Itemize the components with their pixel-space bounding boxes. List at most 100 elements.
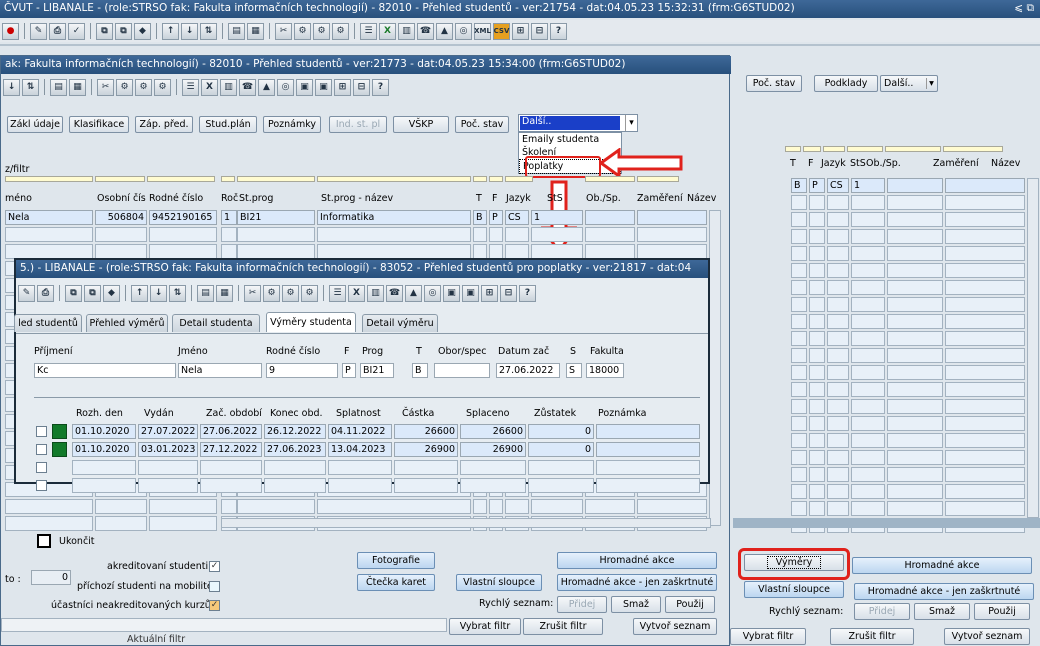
back-grid-cell[interactable] xyxy=(945,297,1025,312)
field-jmeno[interactable]: Nela xyxy=(178,363,262,378)
back-grid-cell[interactable] xyxy=(887,195,943,210)
tool-icon[interactable]: ⚙ xyxy=(294,22,311,40)
group2-icon[interactable]: ⧉ xyxy=(84,284,101,302)
back-grid-cell[interactable] xyxy=(809,399,825,414)
mid-grid-cell[interactable] xyxy=(473,499,487,514)
tool-icon[interactable]: ⚙ xyxy=(263,284,280,302)
mid-smaz-button[interactable]: Smaž xyxy=(611,596,661,613)
back-grid-cell[interactable] xyxy=(887,331,943,346)
back-grid-cell[interactable] xyxy=(851,365,885,380)
back-podklady-button[interactable]: Podklady xyxy=(814,75,878,92)
back-grid-cell[interactable] xyxy=(791,382,807,397)
back-grid-cell[interactable] xyxy=(945,467,1025,482)
tool-icon[interactable]: ⚙ xyxy=(116,78,133,96)
vymer-cell[interactable]: 27.06.2022 xyxy=(200,424,262,439)
back-grid-cell[interactable] xyxy=(791,450,807,465)
back-smaz-button[interactable]: Smaž xyxy=(914,603,970,620)
cut-icon[interactable]: ✂ xyxy=(275,22,292,40)
back-grid-cell[interactable] xyxy=(851,416,885,431)
ucastnici-checkbox[interactable]: ✓ xyxy=(209,600,220,611)
row-checkbox[interactable] xyxy=(36,480,47,491)
back-grid-cell[interactable] xyxy=(827,501,849,516)
back-hromadne-zaskrt-button[interactable]: Hromadné akce - jen zaškrtnuté xyxy=(854,583,1034,600)
csv-icon[interactable]: ▣ xyxy=(315,78,332,96)
vymer-cell[interactable]: 26.12.2022 xyxy=(264,424,326,439)
ind-st-pl-button[interactable]: Ind. st. pl xyxy=(329,116,387,133)
search-icon[interactable]: ◎ xyxy=(455,22,472,40)
back-grid-cell[interactable] xyxy=(887,450,943,465)
vymer-cell[interactable]: 04.11.2022 xyxy=(328,424,392,439)
tab-prehled-vymeru[interactable]: Přehled výměrů xyxy=(86,314,168,332)
mid-grid-cell[interactable] xyxy=(221,499,237,514)
mid-grid-cell[interactable] xyxy=(95,499,147,514)
help-icon[interactable]: ? xyxy=(372,78,389,96)
back-grid-cell[interactable] xyxy=(945,331,1025,346)
row-ob[interactable] xyxy=(585,210,635,225)
chevron-down-icon[interactable]: ▾ xyxy=(625,115,637,131)
back-grid-cell[interactable] xyxy=(827,212,849,227)
vymer-empty-cell[interactable] xyxy=(528,460,594,475)
vymer-empty-cell[interactable] xyxy=(394,460,458,475)
mid-zrusit-button[interactable]: Zrušit filtr xyxy=(523,618,603,635)
mid-grid-cell[interactable] xyxy=(95,516,147,531)
vymer-empty-cell[interactable] xyxy=(264,478,326,493)
vymer-cell[interactable] xyxy=(596,442,700,457)
tool2-icon[interactable]: ⚙ xyxy=(282,284,299,302)
vymer-empty-cell[interactable] xyxy=(200,460,262,475)
back-grid-cell[interactable] xyxy=(791,416,807,431)
mid-grid-cell[interactable] xyxy=(489,227,503,242)
back-row-sts[interactable]: 1 xyxy=(851,178,885,193)
back-grid-cell[interactable] xyxy=(809,382,825,397)
back-grid-cell[interactable] xyxy=(809,484,825,499)
back-grid-cell[interactable] xyxy=(945,450,1025,465)
mid-grid-cell[interactable] xyxy=(637,244,707,259)
vymer-empty-cell[interactable] xyxy=(72,478,136,493)
back-grid-cell[interactable] xyxy=(827,416,849,431)
back-grid-cell[interactable] xyxy=(887,263,943,278)
back-grid-cell[interactable] xyxy=(827,467,849,482)
mid-grid-cell[interactable] xyxy=(95,244,147,259)
back-grid-cell[interactable] xyxy=(851,382,885,397)
mid-hromadne-button[interactable]: Hromadné akce xyxy=(557,552,717,569)
back-grid-cell[interactable] xyxy=(887,246,943,261)
back-grid-cell[interactable] xyxy=(791,212,807,227)
mid-grid-cell[interactable] xyxy=(585,244,635,259)
sort-icon[interactable]: ⇅ xyxy=(169,284,186,302)
help-icon[interactable]: ? xyxy=(550,22,567,40)
back-grid-cell[interactable] xyxy=(791,297,807,312)
vymer-cell[interactable]: 26600 xyxy=(460,424,526,439)
mid-grid-cell[interactable] xyxy=(505,244,529,259)
back-grid-cell[interactable] xyxy=(791,246,807,261)
back-grid-cell[interactable] xyxy=(827,246,849,261)
vymer-empty-cell[interactable] xyxy=(72,460,136,475)
chart-icon[interactable]: ▥ xyxy=(398,22,415,40)
sort-icon[interactable]: ⇅ xyxy=(200,22,217,40)
vymer-empty-cell[interactable] xyxy=(460,460,526,475)
field-fakulta[interactable]: 18000 xyxy=(586,363,624,378)
tool3-icon[interactable]: ⚙ xyxy=(301,284,318,302)
back-grid-cell[interactable] xyxy=(945,416,1025,431)
field-prijmeni[interactable]: Kc xyxy=(34,363,176,378)
back-grid-cell[interactable] xyxy=(887,314,943,329)
vymer-empty-cell[interactable] xyxy=(596,478,700,493)
edit-icon[interactable]: ✎ xyxy=(30,22,47,40)
mid-grid-cell[interactable] xyxy=(221,244,237,259)
triangle-icon[interactable]: ▲ xyxy=(405,284,422,302)
back-zrusit-button[interactable]: Zrušit filtr xyxy=(830,628,914,645)
mid-grid-cell[interactable] xyxy=(221,227,237,242)
sort-desc-icon[interactable]: ↓ xyxy=(150,284,167,302)
exit-icon[interactable]: ● xyxy=(2,22,19,40)
back-grid-cell[interactable] xyxy=(887,229,943,244)
back-grid-cell[interactable] xyxy=(887,501,943,516)
excel-icon[interactable]: X xyxy=(379,22,396,40)
grid-icon[interactable]: ⊞ xyxy=(512,22,529,40)
chevron-down-icon[interactable]: ▾ xyxy=(926,78,936,89)
back-grid-cell[interactable] xyxy=(791,348,807,363)
back-grid-cell[interactable] xyxy=(809,416,825,431)
filter-icon[interactable]: ⊟ xyxy=(353,78,370,96)
back-grid-cell[interactable] xyxy=(851,467,885,482)
back-grid-cell[interactable] xyxy=(827,382,849,397)
back-grid-cell[interactable] xyxy=(827,195,849,210)
xml-icon[interactable]: ▣ xyxy=(443,284,460,302)
back-grid-cell[interactable] xyxy=(791,484,807,499)
